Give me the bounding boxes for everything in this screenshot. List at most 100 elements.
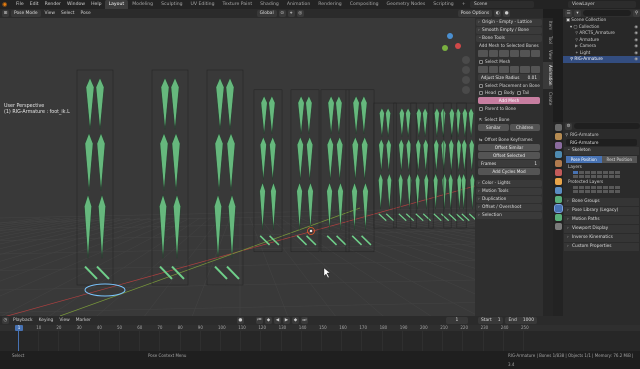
overlay-icon[interactable]: ◐ xyxy=(494,10,502,17)
next-key-icon[interactable]: ◆ xyxy=(291,317,299,324)
protected-layers-grid[interactable] xyxy=(573,186,636,193)
menu-keying[interactable]: Keying xyxy=(37,318,56,323)
mesh-type-3[interactable] xyxy=(499,50,509,57)
workspace-tab-geometry-nodes[interactable]: Geometry Nodes xyxy=(383,0,430,9)
blender-logo-icon[interactable]: ◉ xyxy=(2,1,10,8)
view-layer-selector[interactable]: ViewLayer xyxy=(568,1,636,8)
menu-marker[interactable]: Marker xyxy=(74,318,93,323)
similar-button[interactable]: Similar xyxy=(478,124,509,131)
zoom-icon[interactable] xyxy=(462,56,470,64)
view-layer-tab-icon[interactable] xyxy=(554,151,562,158)
menu-window[interactable]: Window xyxy=(64,2,88,7)
bone-constraints-tab-icon[interactable] xyxy=(554,223,562,230)
bone-tab-icon[interactable] xyxy=(554,214,562,221)
pivot-icon[interactable]: ⊙ xyxy=(278,10,286,17)
menu-playback[interactable]: Playback xyxy=(11,318,35,323)
mesh-shape-3[interactable] xyxy=(499,66,509,73)
armature-name-field[interactable]: RIG-Armature xyxy=(566,139,637,146)
mesh-type-5[interactable] xyxy=(520,50,530,57)
workspace-tab-compositing[interactable]: Compositing xyxy=(346,0,383,9)
start-frame-field[interactable]: Start 1 xyxy=(477,317,504,324)
workspace-tab-animation[interactable]: Animation xyxy=(283,0,314,9)
end-frame-field[interactable]: End 1000 xyxy=(505,317,538,324)
mesh-shape-4[interactable] xyxy=(509,66,519,73)
menu-help[interactable]: Help xyxy=(88,2,104,7)
offset-similar-button[interactable]: Offset Similar xyxy=(478,144,540,151)
body-checkbox[interactable] xyxy=(497,90,502,95)
workspace-tab-texture-paint[interactable]: Texture Paint xyxy=(219,0,257,9)
select-placement-checkbox[interactable] xyxy=(479,83,483,88)
select-mesh-checkbox[interactable] xyxy=(479,59,483,64)
panel-motion-paths[interactable]: Motion Paths xyxy=(564,216,639,224)
mesh-type-2[interactable] xyxy=(488,50,498,57)
properties-search-input[interactable] xyxy=(574,123,640,129)
rest-position-button[interactable]: Rest Position xyxy=(601,156,637,163)
menu-view[interactable]: View xyxy=(43,11,57,16)
mesh-type-4[interactable] xyxy=(509,50,519,57)
scene-tab-icon[interactable] xyxy=(554,160,562,167)
tab-animation[interactable]: Animation xyxy=(543,62,553,89)
head-checkbox[interactable] xyxy=(479,90,483,95)
panel-offset-overshoot[interactable]: Offset / Overshoot xyxy=(476,204,542,211)
render-tab-icon[interactable] xyxy=(554,133,562,140)
tab-tool[interactable]: Tool xyxy=(543,33,553,47)
mode-dropdown[interactable]: Pose Mode xyxy=(11,10,41,17)
tab-view[interactable]: View xyxy=(543,47,553,63)
menu-file[interactable]: File xyxy=(13,2,27,7)
outliner-row-selected[interactable]: ⚲ RIG-Armature ◉ xyxy=(563,56,640,63)
workspace-tab-rendering[interactable]: Rendering xyxy=(314,0,345,9)
tail-checkbox[interactable] xyxy=(516,90,521,95)
3d-viewport[interactable]: User Perspective (1) RIG-Armature : foot… xyxy=(0,18,475,316)
panel-custom-properties[interactable]: Custom Properties xyxy=(564,243,639,251)
panel-skeleton[interactable]: Skeleton xyxy=(564,146,639,155)
workspace-tab-scripting[interactable]: Scripting xyxy=(429,0,457,9)
add-workspace-icon[interactable]: + xyxy=(458,0,470,9)
camera-view-icon[interactable] xyxy=(462,76,470,84)
mesh-shape-2[interactable] xyxy=(488,66,498,73)
shading-solid-icon[interactable]: ● xyxy=(503,10,511,17)
proportional-edit-icon[interactable]: ◎ xyxy=(296,10,304,17)
eye-icon[interactable]: ◉ xyxy=(634,56,638,63)
jump-end-icon[interactable]: ⏭ xyxy=(300,317,308,324)
playhead-indicator[interactable]: 1 xyxy=(15,325,23,331)
scene-selector[interactable]: Scene xyxy=(470,1,534,8)
constraints-tab-icon[interactable] xyxy=(554,196,562,203)
adjust-radius-field[interactable]: Adjust Size Radius 0.01 xyxy=(478,74,540,81)
tab-create[interactable]: Create xyxy=(543,89,553,108)
pan-icon[interactable] xyxy=(462,66,470,74)
frames-field[interactable]: Frames 1 xyxy=(478,160,540,167)
workspace-tab-sculpting[interactable]: Sculpting xyxy=(157,0,186,9)
mesh-shape-5[interactable] xyxy=(520,66,530,73)
record-icon[interactable]: ● xyxy=(236,317,244,324)
timeline-ruler[interactable]: 0102030405060708090100110120130140150160… xyxy=(0,325,640,331)
jump-start-icon[interactable]: ⏮ xyxy=(255,317,263,324)
filter-icon[interactable]: ▾ xyxy=(574,9,581,17)
current-frame-field[interactable]: 1 xyxy=(445,317,468,324)
physics-tab-icon[interactable] xyxy=(554,187,562,194)
panel-viewport-display[interactable]: Viewport Display xyxy=(564,225,639,233)
properties-editor-icon[interactable]: ⚙ xyxy=(565,122,572,130)
panel-smooth[interactable]: Smooth Empty / Bone xyxy=(476,27,542,34)
parent-to-bone-checkbox[interactable] xyxy=(479,106,483,111)
play-icon[interactable]: ▶ xyxy=(282,317,290,324)
layers-grid[interactable] xyxy=(573,171,636,178)
panel-selection[interactable]: Selection xyxy=(476,212,542,219)
perspective-toggle-icon[interactable] xyxy=(462,86,470,94)
children-button[interactable]: Children xyxy=(509,124,540,131)
panel-color-lights[interactable]: Color - Lights xyxy=(476,180,542,187)
add-cycles-button[interactable]: Add Cycles Mod xyxy=(478,168,540,175)
play-reverse-icon[interactable]: ◀ xyxy=(273,317,281,324)
output-tab-icon[interactable] xyxy=(554,142,562,149)
panel-bone-groups[interactable]: Bone Groups xyxy=(564,198,639,206)
panel-inverse-kinematics[interactable]: Inverse Kinematics xyxy=(564,234,639,242)
menu-pose[interactable]: Pose xyxy=(79,11,93,16)
pose-options-dropdown[interactable]: Pose Options xyxy=(457,10,493,17)
world-tab-icon[interactable] xyxy=(554,169,562,176)
pose-position-button[interactable]: Pose Position xyxy=(566,156,602,163)
add-mesh-button[interactable]: Add Mesh xyxy=(478,97,540,104)
mesh-shape-6[interactable] xyxy=(530,66,540,73)
armature-data-tab-icon[interactable] xyxy=(553,204,563,213)
prev-key-icon[interactable]: ◆ xyxy=(264,317,272,324)
mesh-shape-1[interactable] xyxy=(478,66,488,73)
panel-motion-tools[interactable]: Motion Tools xyxy=(476,188,542,195)
